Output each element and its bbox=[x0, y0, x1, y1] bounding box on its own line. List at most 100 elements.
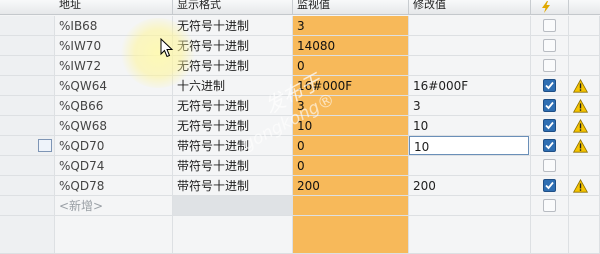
display-format-cell[interactable]: 无符号十进制 bbox=[173, 96, 293, 116]
modify-checkbox[interactable] bbox=[543, 159, 556, 172]
address-cell[interactable]: %QW64 bbox=[55, 76, 173, 96]
empty-cell bbox=[409, 216, 531, 254]
modify-checkbox[interactable] bbox=[543, 79, 556, 92]
checkmark-icon bbox=[545, 81, 554, 90]
modify-flag-cell[interactable] bbox=[531, 56, 569, 76]
modify-value-input[interactable]: 10 bbox=[409, 136, 529, 155]
address-cell[interactable]: %QD78 bbox=[55, 176, 173, 196]
new-row[interactable]: <新增> bbox=[0, 196, 600, 216]
modify-value-cell[interactable] bbox=[409, 156, 531, 176]
modify-value-cell[interactable]: 3 bbox=[409, 96, 531, 116]
row-selector[interactable] bbox=[0, 156, 55, 176]
modify-value-cell[interactable]: 200 bbox=[409, 176, 531, 196]
table-header: 地址 显示格式 监视值 修改值 bbox=[0, 0, 600, 15]
display-format-cell[interactable]: 十六进制 bbox=[173, 76, 293, 96]
checkmark-icon bbox=[545, 141, 554, 150]
monitor-value-cell: 200 bbox=[293, 176, 409, 196]
modify-checkbox[interactable] bbox=[543, 59, 556, 72]
display-format-text: 带符号十进制 bbox=[177, 179, 250, 193]
modify-checkbox[interactable] bbox=[543, 139, 556, 152]
table-row[interactable]: %QW68 无符号十进制 10 10 bbox=[0, 116, 600, 136]
warning-icon bbox=[573, 139, 588, 153]
address-cell[interactable]: %QB66 bbox=[55, 96, 173, 116]
header-modify-flag[interactable] bbox=[531, 0, 569, 14]
address-cell[interactable]: %IW72 bbox=[55, 56, 173, 76]
row-selector[interactable] bbox=[0, 136, 55, 156]
table-row[interactable]: %QB66 无符号十进制 3 3 bbox=[0, 96, 600, 116]
header-display-format[interactable]: 显示格式 bbox=[173, 0, 293, 14]
monitor-value-cell: 3 bbox=[293, 96, 409, 116]
modify-value-cell[interactable] bbox=[409, 36, 531, 56]
empty-cell bbox=[293, 216, 409, 254]
row-selector[interactable] bbox=[0, 96, 55, 116]
empty-cell bbox=[531, 216, 569, 254]
new-row-format[interactable] bbox=[173, 196, 293, 216]
row-selector[interactable] bbox=[0, 36, 55, 56]
row-selector[interactable] bbox=[0, 16, 55, 36]
row-selector[interactable] bbox=[0, 196, 55, 216]
modify-value-cell[interactable]: 16#000F bbox=[409, 76, 531, 96]
display-format-cell[interactable]: 带符号十进制 bbox=[173, 176, 293, 196]
warning-icon bbox=[573, 119, 588, 133]
modify-flag-cell[interactable] bbox=[531, 156, 569, 176]
modify-flag-cell[interactable] bbox=[531, 76, 569, 96]
row-selector[interactable] bbox=[0, 56, 55, 76]
header-monitor-value[interactable]: 监视值 bbox=[293, 0, 409, 14]
new-row-modify-flag[interactable] bbox=[531, 196, 569, 216]
table-row[interactable]: %QD78 带符号十进制 200 200 bbox=[0, 176, 600, 196]
header-status bbox=[569, 0, 600, 14]
display-format-cell[interactable]: 无符号十进制 bbox=[173, 16, 293, 36]
lightning-icon bbox=[542, 1, 550, 13]
row-edit-icon bbox=[38, 139, 52, 152]
empty-cell bbox=[173, 216, 293, 254]
display-format-cell[interactable]: 带符号十进制 bbox=[173, 136, 293, 156]
display-format-cell[interactable]: 无符号十进制 bbox=[173, 36, 293, 56]
modify-checkbox[interactable] bbox=[543, 119, 556, 132]
new-row-label[interactable]: <新增> bbox=[55, 196, 173, 216]
modify-checkbox[interactable] bbox=[543, 179, 556, 192]
row-selector[interactable] bbox=[0, 116, 55, 136]
table-row[interactable]: %QD70 带符号十进制 0 10 bbox=[0, 136, 600, 156]
modify-checkbox[interactable] bbox=[543, 39, 556, 52]
modify-flag-cell[interactable] bbox=[531, 136, 569, 156]
modify-flag-cell[interactable] bbox=[531, 176, 569, 196]
header-address[interactable]: 地址 bbox=[55, 0, 173, 14]
new-row-monitor bbox=[293, 196, 409, 216]
table-row[interactable]: %QD74 带符号十进制 0 bbox=[0, 156, 600, 176]
address-cell[interactable]: %IB68 bbox=[55, 16, 173, 36]
display-format-cell[interactable]: 带符号十进制 bbox=[173, 156, 293, 176]
address-cell[interactable]: %QW68 bbox=[55, 116, 173, 136]
display-format-text: 十六进制 bbox=[177, 79, 226, 93]
modify-value-cell[interactable] bbox=[409, 56, 531, 76]
empty-cell bbox=[55, 216, 173, 254]
table-row[interactable]: %IB68 无符号十进制 3 bbox=[0, 16, 600, 36]
row-selector[interactable] bbox=[0, 176, 55, 196]
status-cell bbox=[569, 156, 600, 176]
display-format-text: 带符号十进制 bbox=[177, 139, 250, 153]
new-row-modify[interactable] bbox=[409, 196, 531, 216]
modify-flag-cell[interactable] bbox=[531, 36, 569, 56]
display-format-cell[interactable]: 无符号十进制 bbox=[173, 116, 293, 136]
table-row[interactable]: %QW64 十六进制 16#000F 16#000F bbox=[0, 76, 600, 96]
modify-checkbox[interactable] bbox=[543, 99, 556, 112]
display-format-cell[interactable]: 无符号十进制 bbox=[173, 56, 293, 76]
row-selector[interactable] bbox=[0, 76, 55, 96]
modify-flag-cell[interactable] bbox=[531, 16, 569, 36]
address-cell[interactable]: %IW70 bbox=[55, 36, 173, 56]
modify-checkbox[interactable] bbox=[543, 199, 556, 212]
modify-value-cell[interactable]: 10 bbox=[409, 116, 531, 136]
table-row[interactable]: %IW70 无符号十进制 14080 bbox=[0, 36, 600, 56]
monitor-value-cell: 10 bbox=[293, 116, 409, 136]
modify-flag-cell[interactable] bbox=[531, 96, 569, 116]
checkmark-icon bbox=[545, 181, 554, 190]
address-cell[interactable]: %QD74 bbox=[55, 156, 173, 176]
modify-checkbox[interactable] bbox=[543, 19, 556, 32]
modify-flag-cell[interactable] bbox=[531, 116, 569, 136]
modify-value-cell[interactable]: 10 bbox=[409, 136, 531, 156]
address-cell[interactable]: %QD70 bbox=[55, 136, 173, 156]
header-modify-value[interactable]: 修改值 bbox=[409, 0, 531, 14]
monitor-value-cell: 3 bbox=[293, 16, 409, 36]
modify-value-cell[interactable] bbox=[409, 16, 531, 36]
warning-icon bbox=[573, 99, 588, 113]
table-row[interactable]: %IW72 无符号十进制 0 bbox=[0, 56, 600, 76]
